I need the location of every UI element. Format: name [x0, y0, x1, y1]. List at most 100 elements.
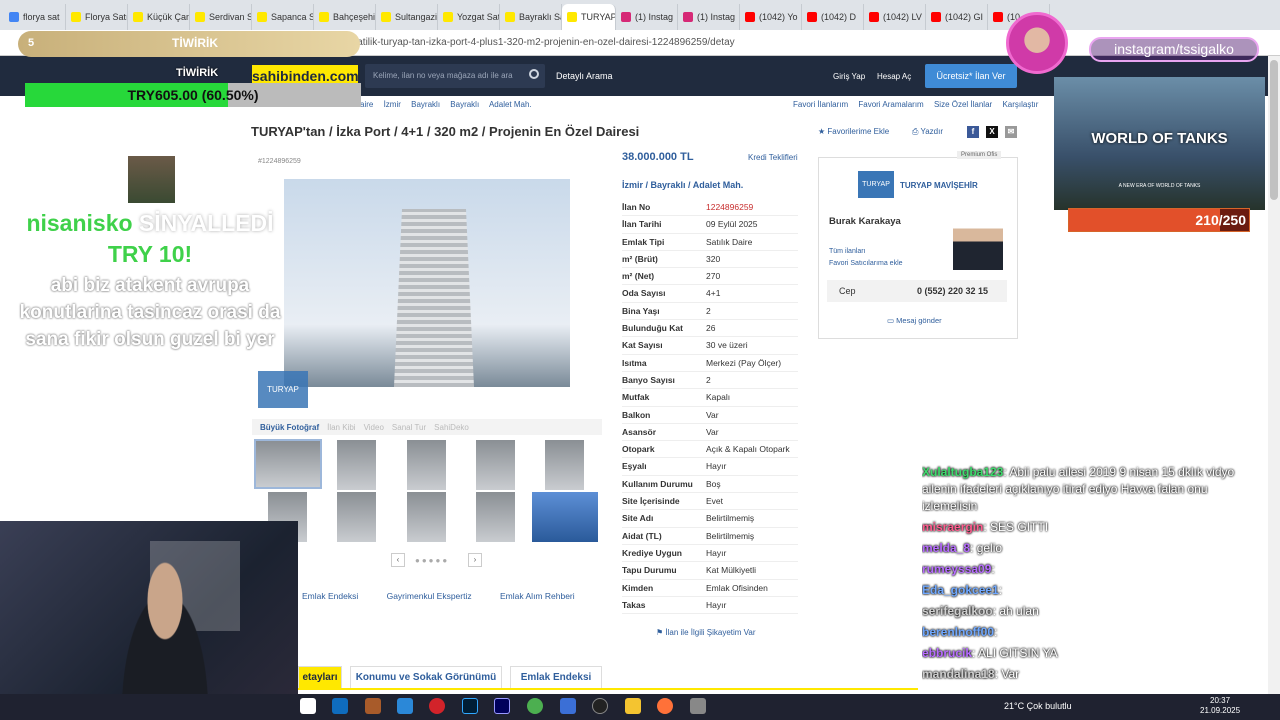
browser-tab[interactable]: TURYAP'ta — [562, 4, 616, 30]
tab-label: Serdivan Sat — [209, 12, 251, 22]
tab-location[interactable]: Konumu ve Sokak Görünümü — [350, 666, 502, 688]
tab-virtual-tour[interactable]: Sanal Tur — [392, 423, 426, 432]
complaint-link[interactable]: ⚑ İlan ile İlgili Şikayetim Var — [656, 628, 756, 637]
thumbnail[interactable] — [476, 492, 515, 542]
detail-row: İlan No 1224896259 — [622, 199, 798, 217]
clock-date: 21.09.2025 — [1200, 706, 1241, 715]
emlak-endeksi-link[interactable]: Emlak Endeksi — [302, 591, 358, 601]
chrome-icon[interactable] — [527, 698, 543, 714]
thumbnail[interactable] — [407, 440, 446, 490]
browser-tab[interactable]: Küçük Çamlı — [128, 4, 190, 30]
scrollbar-thumb[interactable] — [1270, 60, 1278, 200]
chat-text: : — [994, 625, 998, 639]
browser-tab[interactable]: (1042) GI — [926, 4, 988, 30]
browser-tab[interactable]: (1042) D — [802, 4, 864, 30]
add-favorite-seller-link[interactable]: Favori Satıcılarıma ekle — [829, 260, 903, 267]
favorite-searches-link[interactable]: Favori Aramalarım — [858, 100, 923, 109]
folder-icon[interactable] — [625, 698, 641, 714]
detail-key: Site Adı — [622, 513, 654, 524]
thumbnail[interactable] — [407, 492, 446, 542]
chat-text: : Var — [994, 667, 1020, 681]
goal-name: TİWİRİK — [176, 67, 219, 79]
browser-tab[interactable]: (1) Instag — [616, 4, 678, 30]
prev-page-button[interactable]: ‹ — [391, 553, 405, 567]
tab-large-photo[interactable]: Büyük Fotoğraf — [260, 423, 319, 432]
browser-tab[interactable]: Sapanca Satı — [252, 4, 314, 30]
opera-icon[interactable] — [429, 698, 445, 714]
login-link[interactable]: Giriş Yap — [833, 72, 865, 81]
credit-offers-link[interactable]: Kredi Teklifleri — [748, 153, 798, 162]
browser-tab[interactable]: Serdivan Sat — [190, 4, 252, 30]
print-link[interactable]: ⎙ Yazdır — [912, 127, 943, 137]
send-message-link[interactable]: ▭ Mesaj gönder — [887, 316, 942, 325]
app-icon[interactable] — [690, 698, 706, 714]
browser-tab[interactable]: (1) Instag — [678, 4, 740, 30]
tab-details[interactable]: etayları — [298, 666, 342, 688]
browser-tab[interactable]: Bahçeşehir S — [314, 4, 376, 30]
browser-tab[interactable]: Florya Satılık — [66, 4, 128, 30]
thumbnail[interactable] — [337, 492, 376, 542]
phone-number[interactable]: 0 (552) 220 32 15 — [917, 280, 988, 302]
thumbnail[interactable] — [532, 492, 598, 542]
thumbnail[interactable] — [476, 440, 515, 490]
search-input[interactable]: Kelime, ilan no veya mağaza adı ile ara — [365, 64, 545, 88]
tab-label: (1) Instag — [635, 12, 674, 22]
firefox-icon[interactable] — [657, 698, 673, 714]
browser-tab[interactable]: (1042) LV — [864, 4, 926, 30]
store-name[interactable]: TURYAP MAVİŞEHİR — [900, 181, 978, 190]
browser-tab[interactable]: Sultangazi Sa — [376, 4, 438, 30]
main-photo[interactable] — [284, 179, 570, 387]
post-ad-button[interactable]: Ücretsiz* İlan Ver — [925, 64, 1017, 88]
detail-row: Emlak Tipi Satılık Daire — [622, 234, 798, 251]
chat-message: mandalina18: Var — [922, 666, 1252, 683]
alim-rehberi-link[interactable]: Emlak Alım Rehberi — [500, 591, 575, 601]
thumbnail[interactable] — [254, 439, 322, 489]
breadcrumb-item[interactable]: aire — [360, 100, 373, 109]
browser-tab[interactable]: florya sat — [4, 4, 66, 30]
x-share-icon[interactable]: X — [986, 126, 998, 138]
tab-listing-info[interactable]: İlan Kibi — [327, 423, 355, 432]
weather-widget[interactable]: 21°C Çok bulutlu — [1004, 701, 1072, 711]
compare-link[interactable]: Karşılaştır — [1002, 100, 1038, 109]
all-ads-link[interactable]: Tüm ilanları — [829, 248, 866, 255]
favorite-listings-link[interactable]: Favori İlanlarım — [793, 100, 848, 109]
tab-video[interactable]: Video — [364, 423, 384, 432]
tab-emlak-endeksi[interactable]: Emlak Endeksi — [510, 666, 602, 688]
register-link[interactable]: Hesap Aç — [877, 72, 911, 81]
outlook-icon[interactable] — [332, 698, 348, 714]
alert-amount: TRY 10! — [107, 241, 193, 267]
browser-tab[interactable]: Yozgat Satılık — [438, 4, 500, 30]
thumbnail[interactable] — [545, 440, 584, 490]
email-share-icon[interactable]: ✉ — [1005, 126, 1017, 138]
tab-label: (1042) D — [821, 12, 857, 22]
app-icon[interactable] — [365, 698, 381, 714]
store-logo[interactable]: TURYAP — [858, 171, 894, 198]
premiere-icon[interactable] — [494, 698, 510, 714]
special-listings-link[interactable]: Size Özel İlanlar — [934, 100, 992, 109]
browser-tab[interactable]: Bayraklı Satıl — [500, 4, 562, 30]
photoshop-icon[interactable] — [462, 698, 478, 714]
listing-location[interactable]: İzmir / Bayraklı / Adalet Mah. — [622, 180, 743, 190]
start-icon[interactable] — [300, 698, 316, 714]
ekspertiz-link[interactable]: Gayrimenkul Ekspertiz — [387, 591, 472, 601]
tab-sahideko[interactable]: SahiDeko — [434, 423, 469, 432]
obs-icon[interactable] — [592, 698, 608, 714]
breadcrumb-item[interactable]: Adalet Mah. — [489, 100, 532, 109]
app-icon[interactable] — [560, 698, 576, 714]
detail-key: Bina Yaşı — [622, 305, 660, 316]
page-dots: ●●●●● — [415, 556, 450, 565]
add-favorite-link[interactable]: ★ Favorilerime Ekle — [818, 127, 889, 136]
advanced-search-link[interactable]: Detaylı Arama — [556, 64, 613, 88]
store-icon[interactable] — [397, 698, 413, 714]
detail-value: Satılık Daire — [706, 236, 753, 247]
url-text[interactable]: mlak-konut-satilik-turyap-tan-izka-port-… — [300, 37, 735, 48]
browser-tab[interactable]: (1042) Yo — [740, 4, 802, 30]
thumbnail[interactable] — [337, 440, 376, 490]
next-page-button[interactable]: › — [468, 553, 482, 567]
facebook-share-icon[interactable]: f — [967, 126, 979, 138]
clock[interactable]: 20:37 21.09.2025 — [1200, 696, 1240, 716]
breadcrumb-item[interactable]: İzmir — [384, 100, 401, 109]
search-icon[interactable] — [529, 69, 539, 79]
breadcrumb-item[interactable]: Bayraklı — [450, 100, 479, 109]
breadcrumb-item[interactable]: Bayraklı — [411, 100, 440, 109]
